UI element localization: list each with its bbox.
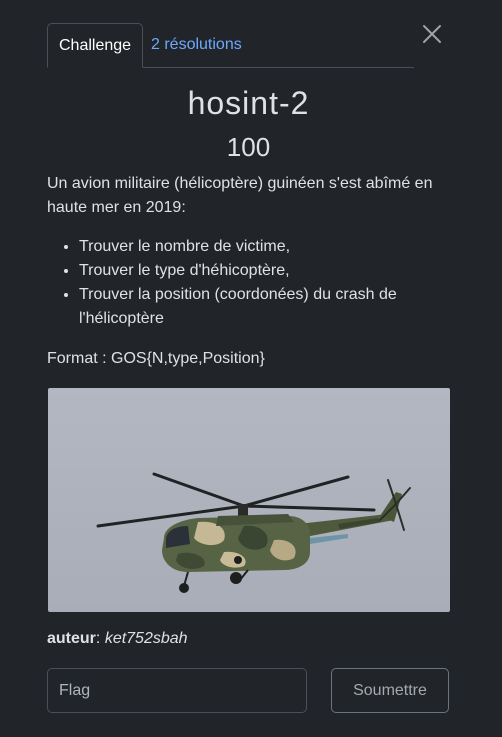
challenge-modal: Challenge 2 résolutions hosint-2 100 Un … [0, 0, 502, 737]
list-item: Trouver le type d'héhicoptère, [79, 259, 447, 283]
close-icon [423, 25, 441, 43]
author-label: auteur [47, 630, 96, 647]
author-separator: : [95, 630, 101, 647]
list-item: Trouver le nombre de victime, [79, 235, 447, 259]
challenge-title: hosint-2 [187, 85, 310, 121]
author-name: ket752sbah [104, 630, 188, 647]
challenge-description: Un avion militaire (hélicoptère) guinéen… [47, 172, 447, 220]
task-list: Trouver le nombre de victime, Trouver le… [47, 235, 447, 331]
tab-resolutions[interactable]: 2 résolutions [140, 23, 253, 68]
submit-button[interactable]: Soumettre [331, 668, 449, 713]
description-text: Un avion militaire (hélicoptère) guinéen… [47, 175, 433, 216]
challenge-author: auteur: ket752sbah [47, 627, 188, 651]
tab-bar: Challenge 2 résolutions [47, 23, 414, 68]
flag-format: Format : GOS{N,type,Position} [47, 350, 265, 367]
list-item: Trouver la position (coordonées) du cras… [79, 283, 447, 331]
helicopter-image [48, 388, 450, 612]
flag-input[interactable] [47, 668, 307, 713]
tab-challenge[interactable]: Challenge [47, 23, 144, 68]
close-button[interactable] [420, 22, 444, 46]
challenge-points: 100 [226, 132, 271, 162]
